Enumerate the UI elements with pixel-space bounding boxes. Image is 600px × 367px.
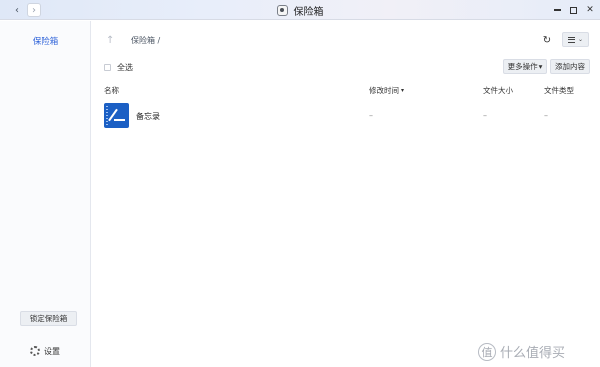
chevron-right-icon: ›: [32, 4, 36, 16]
sort-desc-icon: ▾: [401, 87, 405, 94]
title-bar: ‹ › 保险箱 ✕: [0, 0, 600, 20]
minimize-icon: [553, 9, 561, 11]
more-actions-button[interactable]: 更多操作 ▾: [503, 59, 547, 74]
settings-button[interactable]: 设置: [30, 345, 60, 357]
watermark-logo-icon: 值: [478, 342, 496, 361]
table-row[interactable]: 备忘录 – – –: [92, 100, 600, 132]
chevron-left-icon: ‹: [15, 4, 19, 16]
sidebar: 保险箱 锁定保险箱 设置: [0, 21, 91, 367]
column-header-name[interactable]: 名称: [104, 85, 119, 96]
gear-icon: [30, 346, 40, 356]
select-all-label: 全选: [117, 63, 133, 72]
file-name: 备忘录: [136, 112, 160, 121]
view-mode-button[interactable]: ⌄: [562, 32, 589, 47]
forward-button[interactable]: ›: [27, 3, 41, 17]
close-button[interactable]: ✕: [583, 3, 597, 17]
safe-icon: [276, 4, 288, 16]
breadcrumb[interactable]: 保险箱 /: [126, 30, 556, 50]
file-size: –: [483, 111, 487, 120]
settings-label: 设置: [44, 346, 60, 356]
column-header-type[interactable]: 文件类型: [544, 85, 574, 96]
back-button[interactable]: ‹: [10, 3, 24, 17]
watermark: 值 什么值得买: [478, 342, 565, 361]
select-all-checkbox[interactable]: [104, 64, 111, 71]
add-content-button[interactable]: 添加内容: [550, 59, 590, 74]
refresh-button[interactable]: ↻: [541, 34, 553, 46]
window-title-group: 保险箱: [0, 0, 600, 20]
close-icon: ✕: [586, 5, 594, 15]
list-view-icon: [567, 36, 575, 43]
chevron-down-icon: ⌄: [577, 36, 584, 43]
maximize-icon: [569, 6, 577, 14]
memo-file-icon: [104, 103, 129, 128]
file-modified: –: [369, 111, 373, 120]
breadcrumb-path: 保险箱 /: [131, 35, 161, 45]
lock-vault-button[interactable]: 锁定保险箱: [20, 311, 77, 326]
file-type: –: [544, 111, 548, 120]
sidebar-item-label: 保险箱: [32, 37, 59, 47]
maximize-button[interactable]: [566, 3, 580, 17]
select-all[interactable]: 全选: [104, 62, 133, 73]
minimize-button[interactable]: [550, 3, 564, 17]
window-title: 保险箱: [293, 6, 324, 18]
more-actions-label: 更多操作: [507, 62, 538, 71]
refresh-icon: ↻: [542, 34, 552, 46]
caret-down-icon: ▾: [538, 62, 543, 71]
column-header-modified-label: 修改时间: [369, 86, 399, 95]
column-header-size[interactable]: 文件大小: [483, 85, 513, 96]
watermark-text: 什么值得买: [500, 346, 566, 361]
column-header-modified[interactable]: 修改时间 ▾: [369, 85, 404, 96]
toolbar: ↑ 保险箱 / ↻ ⌄: [92, 21, 600, 59]
up-arrow-icon[interactable]: ↑: [106, 35, 114, 46]
sidebar-item-vault[interactable]: 保险箱: [0, 33, 91, 49]
